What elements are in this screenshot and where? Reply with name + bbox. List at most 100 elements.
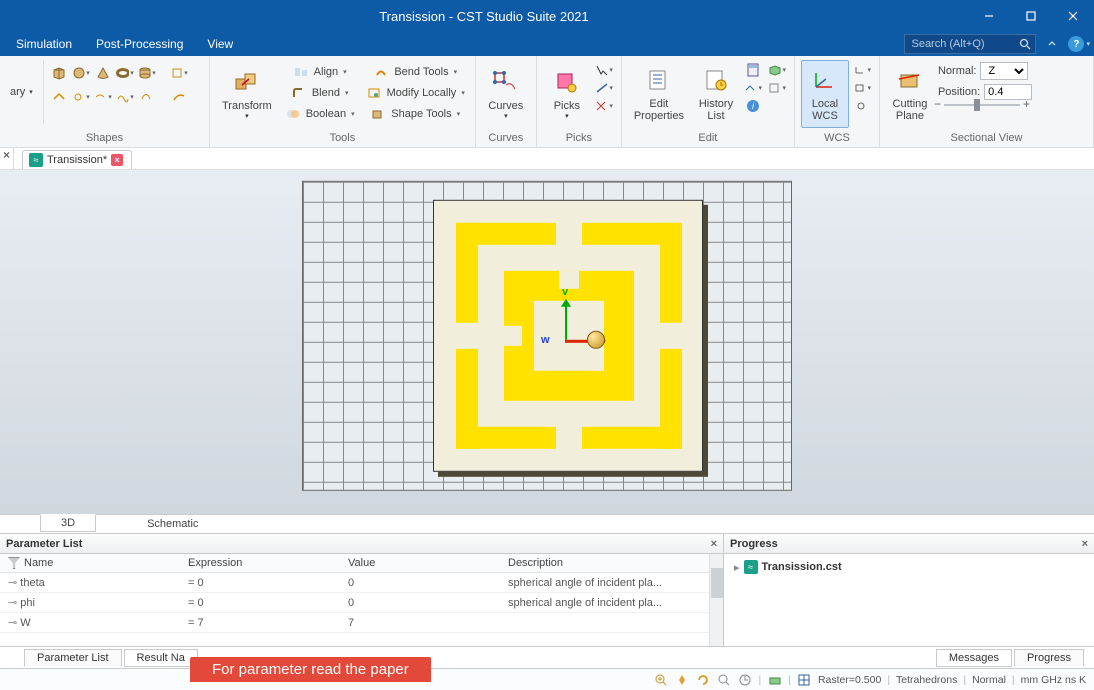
caption-banner: For parameter read the paper xyxy=(190,657,431,682)
document-tabs: ≈ Transission* × xyxy=(14,148,1094,170)
expand-ribbon-icon[interactable] xyxy=(1042,34,1062,54)
tab-progress[interactable]: Progress xyxy=(1014,649,1084,667)
calculator-icon[interactable] xyxy=(744,62,762,78)
search-icon[interactable] xyxy=(1015,34,1035,54)
local-wcs-button[interactable]: Local WCS xyxy=(801,60,849,128)
curves-button[interactable]: Curves▾ xyxy=(482,60,530,128)
ext3-icon[interactable] xyxy=(94,89,112,105)
wcs-tool2-icon[interactable] xyxy=(853,80,871,96)
param-row[interactable]: phi= 00spherical angle of incident pla..… xyxy=(0,593,723,613)
tab-schematic[interactable]: Schematic xyxy=(126,515,219,533)
picks-button[interactable]: Picks▾ xyxy=(543,60,591,128)
tab-parameter-list[interactable]: Parameter List xyxy=(24,649,122,667)
cone-icon[interactable] xyxy=(94,65,112,81)
pick-point-icon[interactable] xyxy=(595,62,613,78)
menu-simulation[interactable]: Simulation xyxy=(4,33,84,55)
modify-button[interactable]: Modify Locally xyxy=(361,83,469,103)
pick-edge-icon[interactable] xyxy=(595,80,613,96)
group-label-picks: Picks xyxy=(543,130,615,147)
menu-view[interactable]: View xyxy=(195,33,245,55)
parameter-table[interactable]: Name Expression Value Description theta=… xyxy=(0,554,723,646)
close-tree-icon[interactable]: × xyxy=(0,148,14,169)
zoom-out-icon[interactable] xyxy=(717,672,732,687)
extrude-icon[interactable] xyxy=(170,65,188,81)
sweep-icon[interactable] xyxy=(170,89,188,105)
progress-item[interactable]: ▸ ≈ Transission.cst xyxy=(734,560,1084,574)
view-tabs: 3D Schematic xyxy=(0,514,1094,534)
maximize-button[interactable] xyxy=(1010,0,1052,32)
filter-icon[interactable] xyxy=(8,557,20,569)
close-tab-icon[interactable]: × xyxy=(111,154,123,166)
close-button[interactable] xyxy=(1052,0,1094,32)
search-box[interactable] xyxy=(904,34,1036,54)
snap-icon[interactable] xyxy=(767,672,782,687)
parameter-list-panel: Parameter List × Name Expression Value De… xyxy=(0,534,724,646)
doc-tab-transission[interactable]: ≈ Transission* × xyxy=(22,150,132,169)
torus-icon[interactable] xyxy=(116,65,134,81)
cutting-plane-icon xyxy=(895,66,925,96)
edit-tool-icon[interactable] xyxy=(768,80,786,96)
bend-icon xyxy=(372,64,390,80)
wcs-tool3-icon[interactable] xyxy=(853,98,871,114)
help-icon[interactable]: ? xyxy=(1068,36,1084,52)
progress-panel: Progress× ▸ ≈ Transission.cst xyxy=(724,534,1094,646)
viewport-3d[interactable]: v w xyxy=(0,170,1094,514)
wcs-tool1-icon[interactable] xyxy=(853,62,871,78)
bend-button[interactable]: Bend Tools xyxy=(361,62,469,82)
titlebar: Transission - CST Studio Suite 2021 xyxy=(0,0,1094,32)
group-label-sectional: Sectional View xyxy=(886,130,1087,147)
status-bar: | | Raster=0.500 | Tetrahedrons | Normal… xyxy=(0,668,1094,690)
blend-button[interactable]: Blend xyxy=(280,83,359,103)
shapes-more[interactable]: ary ▾ xyxy=(6,82,37,102)
blend-icon xyxy=(290,85,308,101)
normal-select[interactable]: Z xyxy=(980,62,1028,80)
align-button[interactable]: Align xyxy=(280,62,359,82)
group-label-wcs: WCS xyxy=(801,130,873,147)
menu-post-processing[interactable]: Post-Processing xyxy=(84,33,195,55)
window-title: Transission - CST Studio Suite 2021 xyxy=(0,9,968,24)
minimize-button[interactable] xyxy=(968,0,1010,32)
param-sweep-icon[interactable] xyxy=(744,80,762,96)
cube-icon[interactable] xyxy=(50,65,68,81)
transform-icon xyxy=(232,68,262,98)
position-slider[interactable] xyxy=(944,104,1020,106)
close-progress-icon[interactable]: × xyxy=(1082,538,1088,550)
sphere-icon[interactable] xyxy=(72,65,90,81)
tab-3d[interactable]: 3D xyxy=(40,514,96,532)
boolean-button[interactable]: Boolean xyxy=(280,104,359,124)
nav-icon[interactable] xyxy=(675,672,690,687)
material-icon[interactable] xyxy=(768,62,786,78)
history-list-button[interactable]: History List xyxy=(692,60,740,128)
cutting-plane-button[interactable]: Cutting Plane xyxy=(886,60,934,128)
properties-icon xyxy=(644,66,674,96)
search-input[interactable] xyxy=(905,38,1015,50)
ext1-icon[interactable] xyxy=(50,89,68,105)
param-row[interactable]: theta= 00spherical angle of incident pla… xyxy=(0,573,723,593)
reset-view-icon[interactable] xyxy=(738,672,753,687)
cylinder-icon[interactable] xyxy=(138,65,156,81)
tab-result-navigator[interactable]: Result Na xyxy=(124,649,198,667)
paramlist-scrollbar[interactable] xyxy=(709,554,723,646)
zoom-in-icon[interactable] xyxy=(654,672,669,687)
info-icon[interactable]: i xyxy=(744,98,762,114)
ext4-icon[interactable] xyxy=(116,89,134,105)
param-row[interactable]: W= 77 xyxy=(0,613,723,633)
axis-w-label: w xyxy=(541,334,550,346)
normal-label: Normal: xyxy=(938,65,977,77)
transform-button[interactable]: Transform ▾ xyxy=(216,60,278,128)
edit-properties-button[interactable]: Edit Properties xyxy=(628,60,690,128)
clear-picks-icon[interactable] xyxy=(595,98,613,114)
ext5-icon[interactable] xyxy=(138,89,156,105)
ext2-icon[interactable] xyxy=(72,89,90,105)
paramlist-title: Parameter List xyxy=(6,538,82,550)
picks-icon xyxy=(552,68,582,98)
mesh-icon[interactable] xyxy=(797,672,812,687)
close-paramlist-icon[interactable]: × xyxy=(711,538,717,550)
rotate-icon[interactable] xyxy=(696,672,711,687)
cst-doc-icon: ≈ xyxy=(744,560,758,574)
shapetools-button[interactable]: Shape Tools xyxy=(361,104,469,124)
group-label-edit: Edit xyxy=(628,130,788,147)
window-buttons xyxy=(968,0,1094,32)
tab-messages[interactable]: Messages xyxy=(936,649,1012,667)
wcs-icon xyxy=(810,66,840,96)
